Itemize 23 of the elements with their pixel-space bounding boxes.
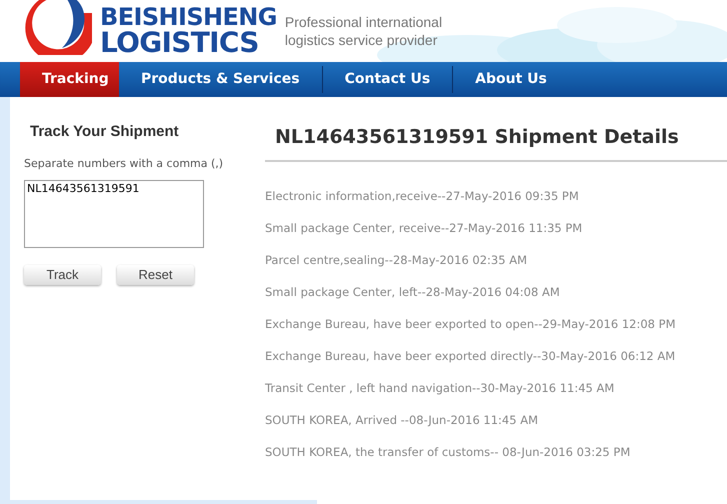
event-row-text: Parcel centre,sealing--28-May-2016 02:35 AM: [265, 252, 528, 268]
nav-tab[interactable]: About Us: [453, 62, 569, 97]
details-title: NL14643561319591 Shipment Details: [265, 123, 727, 162]
tracking-number-field[interactable]: NL14643561319591: [24, 180, 204, 248]
sidebar-title: Track Your Shipment: [29, 122, 180, 142]
event-row-text: Transit Center , left hand navigation--30-May-2016 11:45 AM: [265, 380, 616, 396]
form-button[interactable]: Track: [24, 265, 101, 285]
hint-text: Separate numbers with a comma (,): [24, 156, 224, 172]
tagline: Professional international: [284, 13, 442, 31]
event-row-text: SOUTH KOREA, the transfer of customs-- 08-Jun-2016 03:25 PM: [265, 444, 632, 460]
event-row-text: Exchange Bureau, have beer exported to open--29-May-2016 12:08 PM: [265, 316, 676, 332]
nav-tab[interactable]: Products & Services: [119, 62, 322, 97]
event-row-text: SOUTH KOREA, Arrived --08-Jun-2016 11:45 AM: [265, 412, 539, 428]
tagline: logistics service provider: [284, 31, 438, 49]
nav-tab[interactable]: Tracking: [20, 62, 119, 97]
event-row-text: Small package Center, receive--27-May-2016 11:35 PM: [265, 220, 584, 236]
brand-name: BEISHISHENG: [100, 5, 277, 29]
event-row-text: Exchange Bureau, have beer exported directly--30-May-2016 06:12 AM: [265, 348, 676, 364]
event-row-text: Electronic information,receive--27-May-2016 09:35 PM: [265, 188, 580, 204]
event-row-text: Small package Center, left--28-May-2016 04:08 AM: [265, 284, 561, 300]
brand-name: LOGISTICS: [100, 29, 260, 57]
form-button[interactable]: Reset: [117, 265, 194, 285]
nav-tab[interactable]: Contact Us: [322, 62, 452, 97]
